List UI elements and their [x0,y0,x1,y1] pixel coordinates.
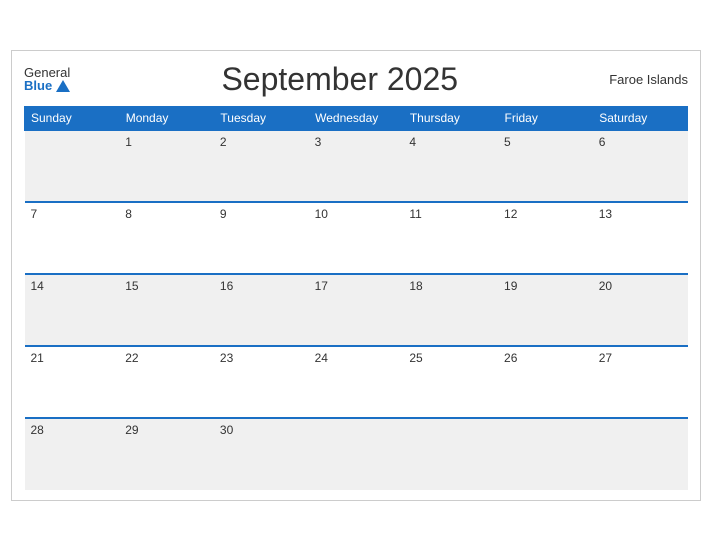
calendar-cell: 2 [214,130,309,202]
calendar-title: September 2025 [70,61,609,98]
calendar-cell [309,418,404,490]
calendar-cell [593,418,688,490]
calendar-cell: 30 [214,418,309,490]
calendar-cell [498,418,593,490]
calendar-cell: 6 [593,130,688,202]
calendar-cell: 10 [309,202,404,274]
calendar-cell: 12 [498,202,593,274]
day-number: 8 [125,207,132,221]
calendar-cell: 27 [593,346,688,418]
calendar-header: General Blue September 2025 Faroe Island… [24,61,688,98]
logo: General Blue [24,66,70,92]
day-number: 20 [599,279,612,293]
day-number: 27 [599,351,612,365]
calendar-cell: 11 [403,202,498,274]
day-number: 15 [125,279,138,293]
week-row-1: 7 8 9 10 11 12 13 [25,202,688,274]
calendar-region: Faroe Islands [609,72,688,87]
week-row-2: 14 15 16 17 18 19 20 [25,274,688,346]
logo-triangle-icon [56,80,70,92]
weekday-header-saturday: Saturday [593,106,688,130]
day-number: 19 [504,279,517,293]
calendar-table: SundayMondayTuesdayWednesdayThursdayFrid… [24,106,688,490]
day-number: 13 [599,207,612,221]
day-number: 23 [220,351,233,365]
day-number: 30 [220,423,233,437]
weekday-header-sunday: Sunday [25,106,120,130]
calendar-cell: 22 [119,346,214,418]
day-number: 14 [31,279,44,293]
calendar-cell [25,130,120,202]
calendar-cell: 4 [403,130,498,202]
day-number: 5 [504,135,511,149]
calendar-body: 1234567891011121314151617181920212223242… [25,130,688,490]
week-row-4: 28 29 30 [25,418,688,490]
calendar-cell: 24 [309,346,404,418]
day-number: 3 [315,135,322,149]
day-number: 16 [220,279,233,293]
weekday-header-row: SundayMondayTuesdayWednesdayThursdayFrid… [25,106,688,130]
day-number: 12 [504,207,517,221]
week-row-0: 1 2 3 4 5 6 [25,130,688,202]
day-number: 6 [599,135,606,149]
weekday-header-friday: Friday [498,106,593,130]
calendar: General Blue September 2025 Faroe Island… [11,50,701,501]
logo-blue-text: Blue [24,79,52,92]
calendar-cell: 5 [498,130,593,202]
calendar-cell: 7 [25,202,120,274]
calendar-cell: 3 [309,130,404,202]
day-number: 2 [220,135,227,149]
calendar-cell: 19 [498,274,593,346]
calendar-header-row: SundayMondayTuesdayWednesdayThursdayFrid… [25,106,688,130]
calendar-cell: 18 [403,274,498,346]
calendar-cell: 14 [25,274,120,346]
day-number: 7 [31,207,38,221]
day-number: 11 [409,207,421,221]
day-number: 25 [409,351,422,365]
logo-blue-row: Blue [24,79,70,92]
calendar-cell: 26 [498,346,593,418]
weekday-header-wednesday: Wednesday [309,106,404,130]
day-number: 4 [409,135,416,149]
calendar-cell: 28 [25,418,120,490]
day-number: 22 [125,351,138,365]
calendar-cell: 20 [593,274,688,346]
day-number: 28 [31,423,44,437]
day-number: 17 [315,279,328,293]
calendar-cell: 13 [593,202,688,274]
weekday-header-monday: Monday [119,106,214,130]
weekday-header-thursday: Thursday [403,106,498,130]
calendar-cell: 21 [25,346,120,418]
day-number: 24 [315,351,328,365]
calendar-cell: 8 [119,202,214,274]
day-number: 1 [125,135,132,149]
day-number: 21 [31,351,44,365]
day-number: 10 [315,207,328,221]
day-number: 26 [504,351,517,365]
calendar-cell: 16 [214,274,309,346]
weekday-header-tuesday: Tuesday [214,106,309,130]
calendar-cell: 25 [403,346,498,418]
day-number: 18 [409,279,422,293]
day-number: 9 [220,207,227,221]
calendar-cell: 17 [309,274,404,346]
calendar-cell: 9 [214,202,309,274]
day-number: 29 [125,423,138,437]
calendar-cell: 15 [119,274,214,346]
calendar-cell: 1 [119,130,214,202]
calendar-cell: 29 [119,418,214,490]
week-row-3: 21 22 23 24 25 26 27 [25,346,688,418]
calendar-cell [403,418,498,490]
calendar-cell: 23 [214,346,309,418]
